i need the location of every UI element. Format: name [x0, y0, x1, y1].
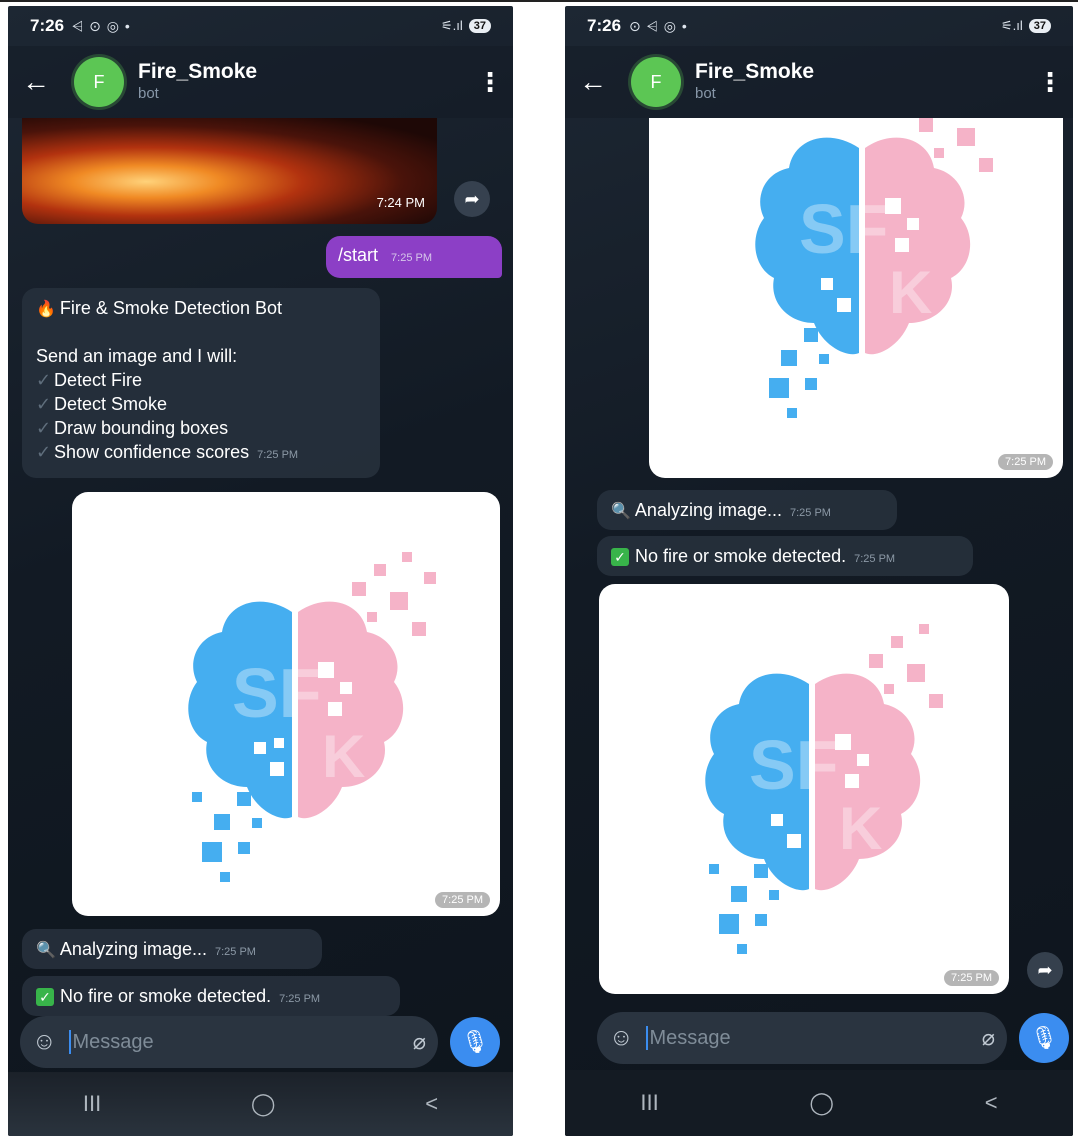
recent-apps-button[interactable]: III: [83, 1091, 101, 1117]
message-time: 7:25 PM: [854, 553, 896, 565]
bot-message[interactable]: ✓ No fire or smoke detected. 7:25 PM: [597, 536, 973, 576]
chat-subtitle: bot: [138, 85, 159, 102]
green-check-icon: ✓: [611, 548, 629, 566]
system-nav-bar: III ◯ <: [565, 1070, 1073, 1136]
message-input-bar[interactable]: ☺ Message ⌀: [597, 1012, 1007, 1064]
notification-icons: ⊙ ⩤ ◎ •: [629, 17, 688, 34]
message-time: 7:25 PM: [790, 507, 831, 519]
svg-text:K: K: [889, 259, 932, 326]
list-item: Detect Fire: [54, 370, 143, 390]
phone-screen-left: 7:26 ⩤ ⊙ ◎ • ⚟.ıl 37 ← F Fire_Smoke bot …: [8, 6, 513, 1136]
system-nav-bar: III ◯ <: [8, 1072, 513, 1136]
magnifier-icon: 🔍: [611, 503, 631, 520]
chat-subtitle: bot: [695, 85, 716, 102]
more-menu-icon[interactable]: ⋮: [1037, 67, 1063, 98]
share-icon[interactable]: ➦: [454, 181, 490, 217]
message-text: No fire or smoke detected.: [635, 546, 847, 566]
back-button[interactable]: <: [425, 1091, 438, 1117]
bot-message[interactable]: 🔍 Analyzing image... 7:25 PM: [597, 490, 897, 530]
svg-text:SF: SF: [799, 190, 888, 268]
status-bar: 7:26 ⩤ ⊙ ◎ • ⚟.ıl 37: [8, 6, 513, 46]
check-icon: ✓: [36, 418, 52, 438]
magnifier-icon: 🔍: [36, 942, 56, 959]
list-item: Draw bounding boxes: [54, 418, 229, 438]
list-item: Detect Smoke: [54, 394, 168, 414]
notification-icons: ⩤ ⊙ ◎ •: [72, 17, 131, 34]
more-menu-icon[interactable]: ⋮: [477, 67, 503, 98]
top-divider: [0, 0, 1078, 2]
svg-text:K: K: [322, 723, 365, 790]
bot-message[interactable]: ✓ No fire or smoke detected. 7:25 PM: [22, 976, 400, 1016]
battery-icon: 37: [468, 19, 491, 33]
share-icon[interactable]: ➦: [1027, 952, 1063, 988]
back-arrow-icon[interactable]: ←: [579, 66, 619, 98]
green-check-icon: ✓: [36, 988, 54, 1006]
message-time: 7:25 PM: [998, 454, 1053, 470]
status-bar: 7:26 ⊙ ⩤ ◎ • ⚟.ıl 37: [565, 6, 1073, 46]
message-time: 7:24 PM: [376, 195, 425, 210]
message-input[interactable]: Message: [650, 1027, 731, 1050]
brain-logo-image: SF K: [755, 118, 993, 418]
message-time: 7:25 PM: [257, 449, 299, 461]
recent-apps-button[interactable]: III: [640, 1090, 658, 1116]
bot-message[interactable]: 🔥 Fire & Smoke Detection Bot Send an imag…: [22, 288, 380, 478]
chat-title[interactable]: Fire_Smoke: [695, 60, 1037, 84]
message-text: No fire or smoke detected.: [60, 986, 272, 1006]
message-time: 7:25 PM: [215, 946, 256, 958]
status-time: 7:26: [587, 16, 622, 35]
message-time: 7:25 PM: [435, 892, 490, 908]
attach-icon[interactable]: ⌀: [413, 1029, 426, 1055]
message-text: /start: [338, 245, 379, 265]
back-button[interactable]: <: [985, 1090, 998, 1116]
bot-message[interactable]: 🔍 Analyzing image... 7:25 PM: [22, 929, 322, 969]
check-icon: ✓: [36, 394, 52, 414]
emoji-icon[interactable]: ☺: [32, 1028, 57, 1056]
fire-icon: 🔥: [36, 301, 56, 318]
message-input[interactable]: Message: [73, 1031, 154, 1054]
fire-photo-message[interactable]: 7:24 PM: [22, 118, 437, 224]
outgoing-message[interactable]: /start 7:25 PM: [326, 236, 502, 278]
chat-title[interactable]: Fire_Smoke: [138, 60, 477, 84]
status-time: 7:26: [30, 16, 65, 35]
brain-logo-image: SF K: [705, 624, 943, 954]
message-time: 7:25 PM: [279, 993, 321, 1005]
svg-text:K: K: [839, 795, 882, 862]
check-icon: ✓: [36, 442, 52, 462]
message-text: Analyzing image...: [59, 939, 207, 959]
brain-logo-image: SF K: [188, 552, 436, 882]
microphone-icon[interactable]: 🎙: [1019, 1013, 1069, 1063]
text-caret: [68, 1030, 71, 1054]
signal-icon: ⚟.ıl: [440, 18, 463, 33]
chat-header: ← F Fire_Smoke bot ⋮: [8, 46, 513, 118]
text-caret: [645, 1026, 648, 1050]
photo-message[interactable]: SF K 7:25 PM: [72, 492, 500, 916]
avatar[interactable]: F: [74, 57, 124, 107]
avatar[interactable]: F: [631, 57, 681, 107]
check-icon: ✓: [36, 370, 52, 390]
svg-text:SF: SF: [749, 726, 838, 804]
message-time: 7:25 PM: [944, 970, 999, 986]
bot-title: Fire & Smoke Detection Bot: [59, 298, 283, 318]
svg-text:SF: SF: [232, 654, 321, 732]
home-button[interactable]: ◯: [809, 1090, 834, 1116]
back-arrow-icon[interactable]: ←: [22, 66, 62, 98]
phone-screen-right: 7:26 ⊙ ⩤ ◎ • ⚟.ıl 37 ← F Fire_Smoke bot …: [565, 6, 1073, 1136]
message-input-bar[interactable]: ☺ Message ⌀: [20, 1016, 438, 1068]
emoji-icon[interactable]: ☺: [609, 1024, 634, 1052]
message-time: 7:25 PM: [391, 252, 432, 264]
photo-message[interactable]: SF K 7:25 PM: [599, 584, 1009, 994]
attach-icon[interactable]: ⌀: [982, 1025, 995, 1051]
list-item: Show confidence scores: [54, 442, 250, 462]
battery-icon: 37: [1028, 19, 1051, 33]
bot-intro: Send an image and I will:: [36, 346, 238, 366]
message-text: Analyzing image...: [634, 500, 782, 520]
signal-icon: ⚟.ıl: [1000, 18, 1023, 33]
chat-header: ← F Fire_Smoke bot ⋮: [565, 46, 1073, 118]
microphone-icon[interactable]: 🎙: [450, 1017, 500, 1067]
home-button[interactable]: ◯: [251, 1091, 276, 1117]
photo-message[interactable]: SF K 7:25 PM: [649, 118, 1063, 478]
